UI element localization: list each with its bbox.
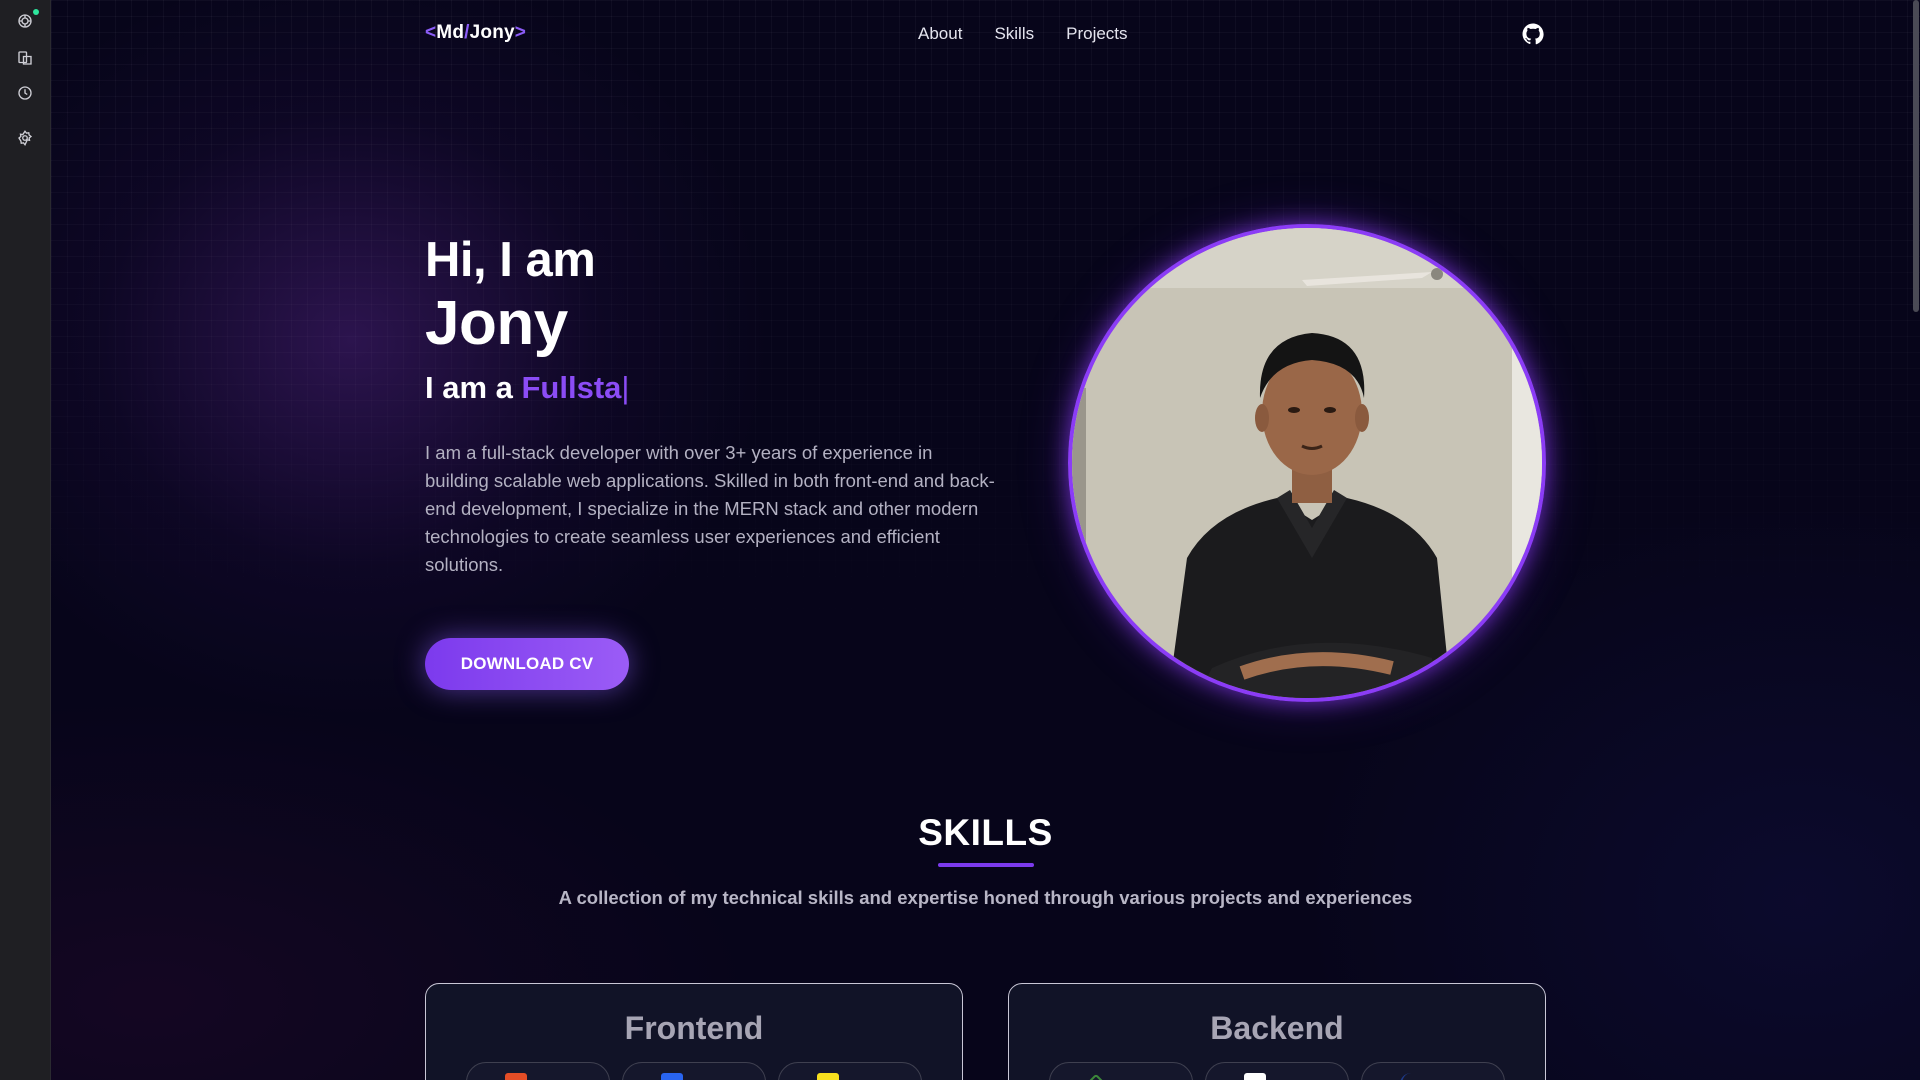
page-scrollbar[interactable] (1911, 0, 1920, 1080)
skill-chip (1049, 1062, 1193, 1080)
hero-name: Jony (425, 289, 568, 358)
download-cv-button[interactable]: DOWNLOAD CV (425, 638, 629, 690)
hero-greeting: Hi, I am (425, 233, 596, 287)
github-icon[interactable] (1521, 22, 1545, 46)
skills-card-backend: Backend (1008, 983, 1546, 1080)
hero-role: I am a Fullsta| (425, 370, 629, 406)
card-title-backend: Backend (1210, 1010, 1344, 1046)
nav-projects[interactable]: Projects (1066, 24, 1127, 44)
notification-dot (33, 9, 39, 15)
card-title-frontend: Frontend (624, 1010, 764, 1046)
css-icon (661, 1073, 683, 1080)
browser-sidebar (0, 0, 51, 1080)
scrollbar-thumb[interactable] (1913, 0, 1919, 312)
skill-chip (466, 1062, 610, 1080)
skills-card-frontend: Frontend (425, 983, 963, 1080)
logo-bracket-left: < (425, 22, 437, 43)
skills-subtitle: A collection of my technical skills and … (558, 887, 1413, 908)
skill-chip (1361, 1062, 1505, 1080)
hero-description: I am a full-stack developer with over 3+… (425, 442, 995, 575)
portfolio-page: <Md/Jony> About Skills Projects Hi, I am… (51, 0, 1920, 1080)
nav-about[interactable]: About (918, 24, 962, 44)
skill-chip (1205, 1062, 1349, 1080)
skill-chip (778, 1062, 922, 1080)
profile-photo (1068, 224, 1546, 702)
typing-caret: | (621, 370, 630, 405)
logo-last: Jony (469, 22, 515, 43)
main-nav: About Skills Projects (918, 24, 1128, 44)
skills-title: SKILLS (918, 812, 1053, 853)
nav-skills[interactable]: Skills (994, 24, 1034, 44)
logo-bracket-right: > (514, 22, 527, 43)
reading-list-icon[interactable] (14, 47, 36, 69)
hero-role-typed: Fullsta (521, 370, 622, 405)
skills-title-underline (938, 863, 1034, 867)
express-icon (1244, 1073, 1266, 1080)
logo-first: Md (436, 22, 465, 43)
javascript-icon (817, 1073, 839, 1080)
site-logo[interactable]: <Md/Jony> (425, 22, 526, 44)
mongodb-icon (1400, 1073, 1422, 1080)
html-icon (505, 1073, 527, 1080)
settings-icon[interactable] (14, 127, 36, 149)
nodejs-icon (1084, 1073, 1108, 1080)
history-icon[interactable] (14, 82, 36, 104)
skill-chip (622, 1062, 766, 1080)
hero-role-prefix: I am a (425, 370, 522, 405)
